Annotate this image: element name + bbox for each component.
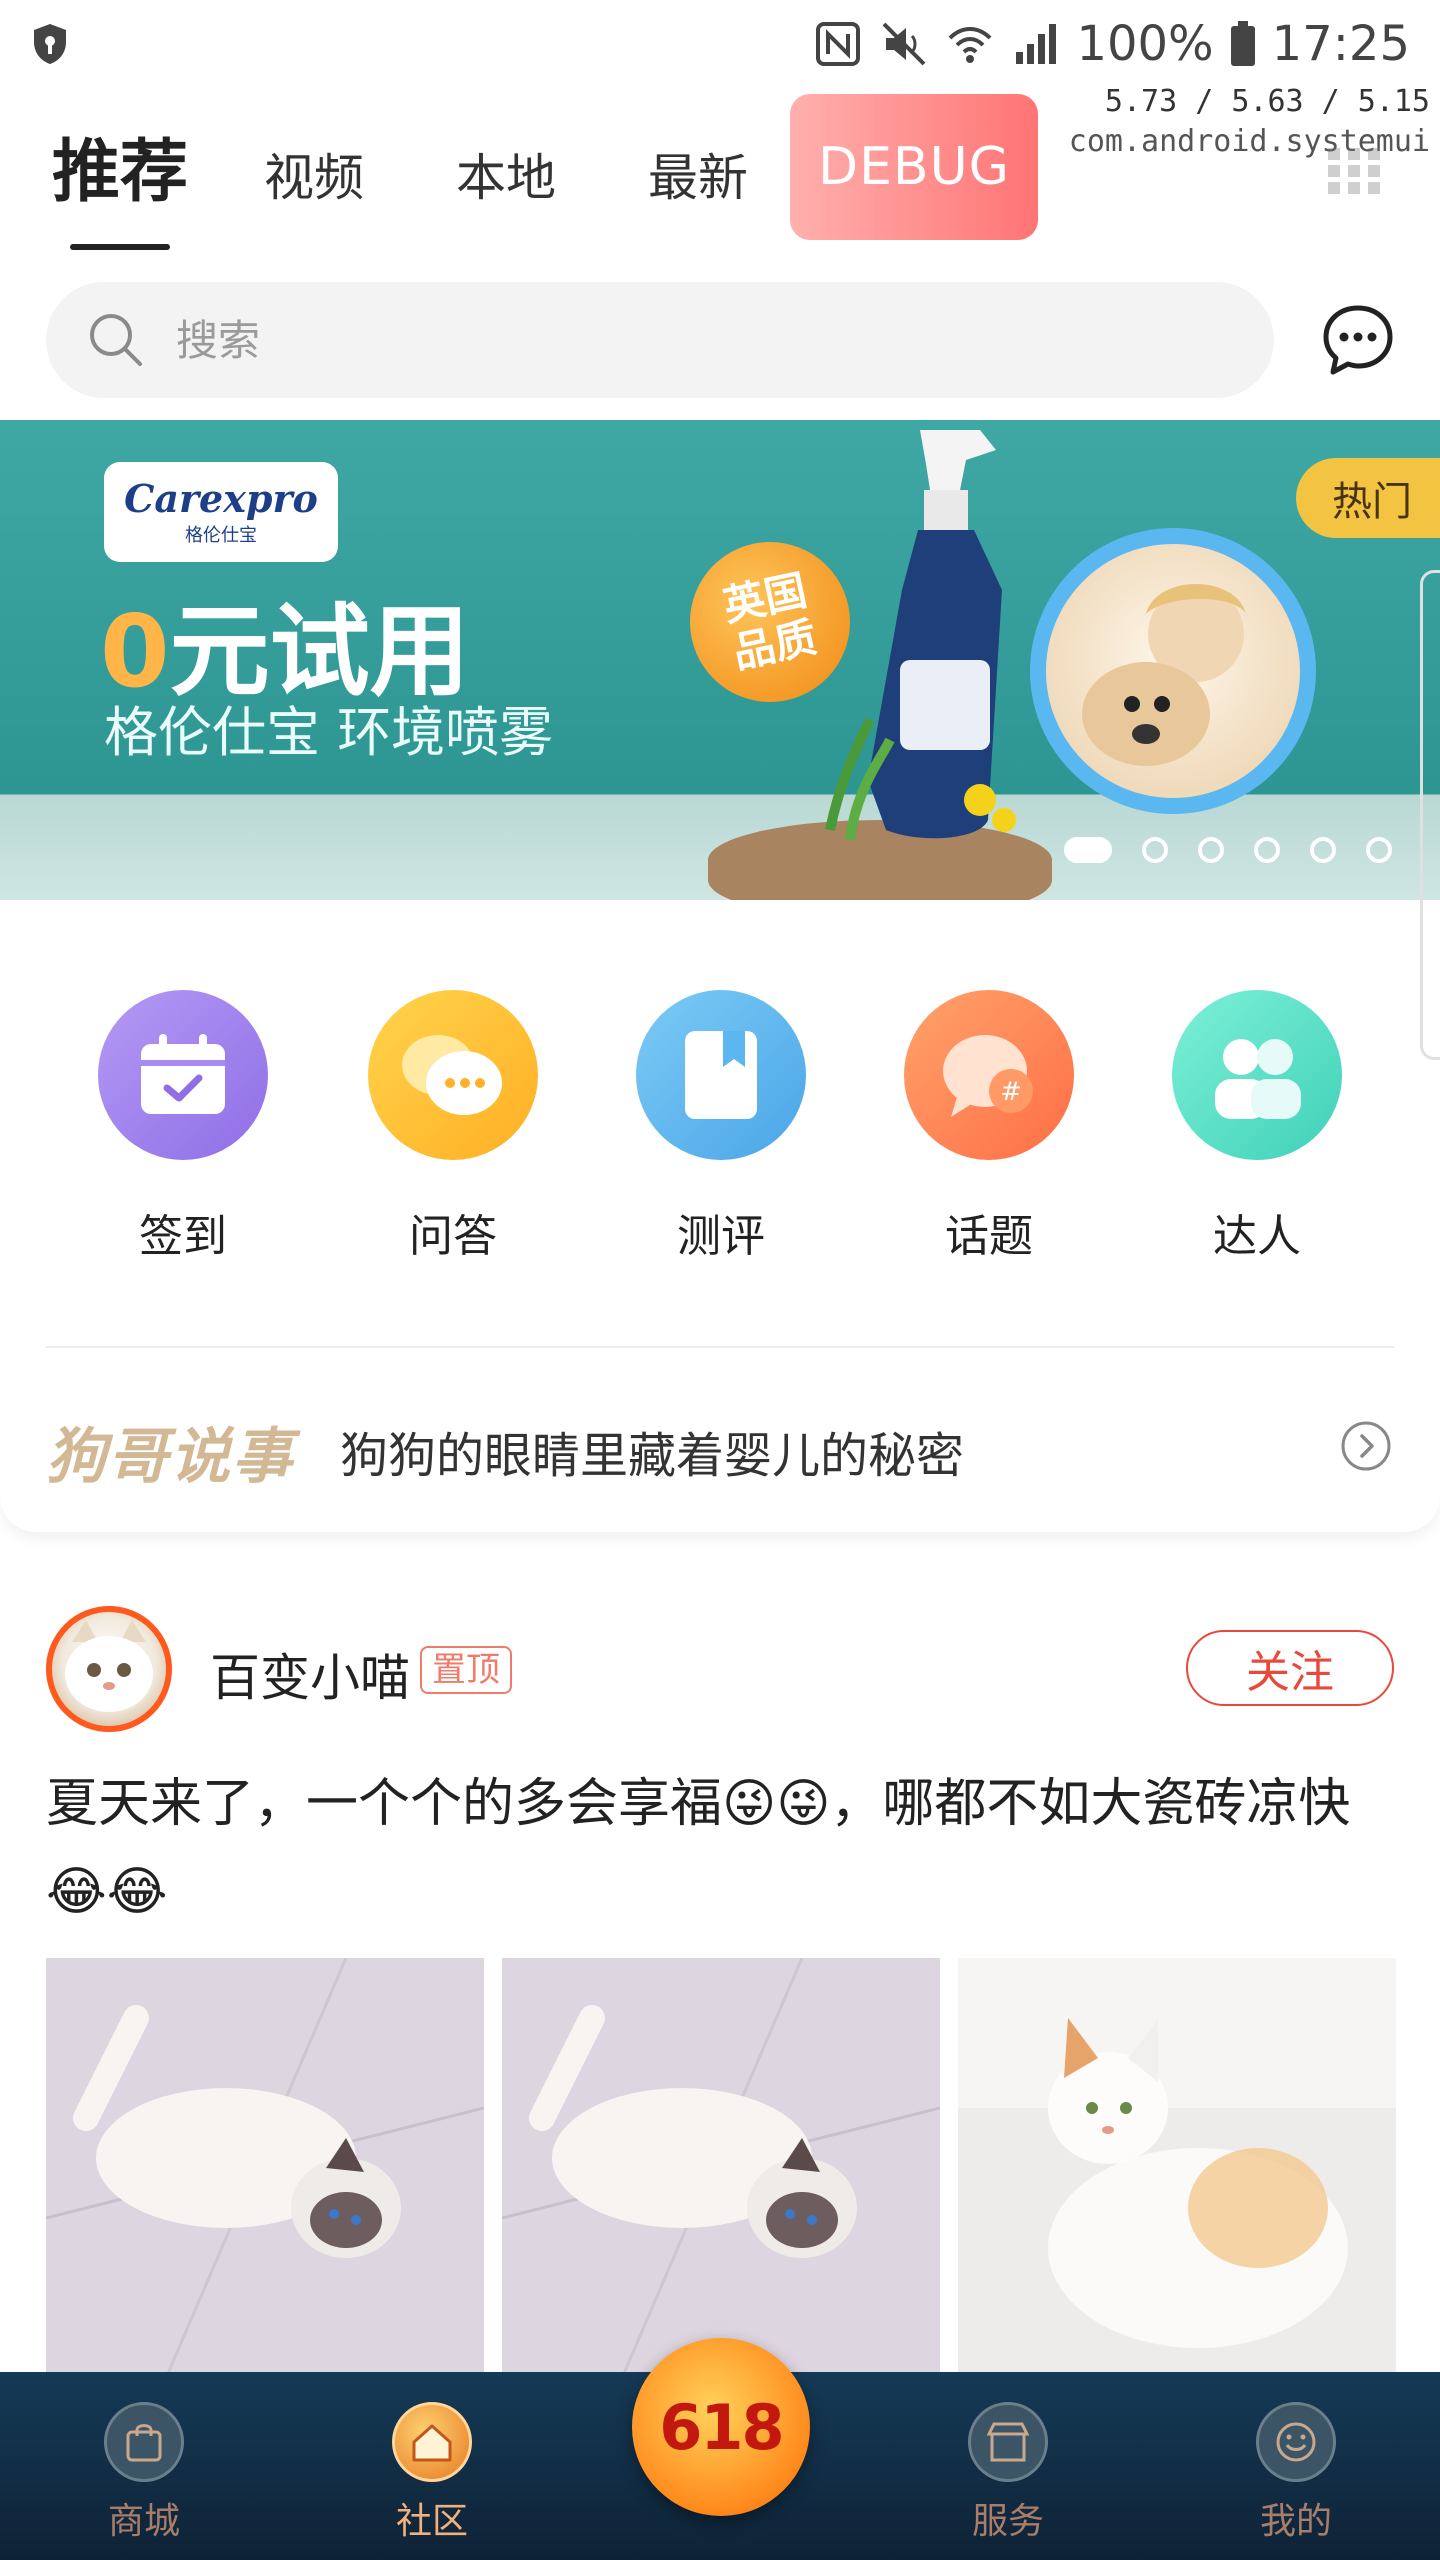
post-content[interactable]: 夏天来了，一个个的多会享福😜😜，哪都不如大瓷砖凉快😂😂 xyxy=(46,1760,1406,1936)
tab-latest[interactable]: 最新 xyxy=(648,138,748,210)
brand-logo-subtext: 格伦仕宝 xyxy=(185,525,257,546)
quick-entry-qa[interactable]: 问答 xyxy=(368,990,538,1264)
search-input[interactable] xyxy=(176,306,1176,374)
hot-tag: 热门 xyxy=(1296,458,1440,538)
pagination-dot[interactable] xyxy=(1254,837,1280,863)
banner-subtitle: 格伦仕宝 环境喷雾 xyxy=(104,701,554,764)
chat-bubble-icon xyxy=(1323,305,1393,375)
quick-entry-row: 签到 问答 测评 # 话题 达人 xyxy=(0,990,1440,1280)
nfc-icon xyxy=(812,18,864,70)
tab-indicator xyxy=(70,244,170,250)
quick-entry-checkin[interactable]: 签到 xyxy=(98,990,268,1264)
nav-mine[interactable]: 我的 xyxy=(1216,2402,1376,2544)
quick-entry-label: 达人 xyxy=(1213,1211,1301,1262)
promo-label: 618 xyxy=(659,2390,784,2464)
shopping-bag-icon xyxy=(104,2402,184,2482)
quick-entry-expert[interactable]: 达人 xyxy=(1172,990,1342,1264)
calendar-check-icon xyxy=(98,990,268,1160)
spray-bottle-image xyxy=(790,420,1030,860)
quick-entry-review[interactable]: 测评 xyxy=(636,990,806,1264)
tab-local[interactable]: 本地 xyxy=(456,138,556,210)
pagination-dot[interactable] xyxy=(1142,837,1168,863)
nav-label: 社区 xyxy=(395,2501,468,2542)
story-headline[interactable]: 狗狗的眼睛里藏着婴儿的秘密 xyxy=(340,1416,964,1486)
signal-icon xyxy=(1010,18,1062,70)
post-image-grid xyxy=(46,1958,1396,2378)
people-icon xyxy=(1172,990,1342,1160)
quick-entry-topic[interactable]: # 话题 xyxy=(904,990,1074,1264)
status-bar: 100% 17:25 xyxy=(0,0,1440,86)
story-headline-bar[interactable]: 狗哥说事 狗狗的眼睛里藏着婴儿的秘密 xyxy=(0,1356,1440,1532)
battery-icon xyxy=(1228,18,1258,70)
chat-bubbles-icon xyxy=(368,990,538,1160)
nav-label: 商城 xyxy=(107,2501,180,2542)
mute-icon xyxy=(878,18,930,70)
home-icon xyxy=(392,2402,472,2482)
shield-icon xyxy=(30,22,70,66)
topic-hash-icon: # xyxy=(904,990,1074,1160)
quick-entry-label: 问答 xyxy=(409,1211,497,1262)
message-button[interactable] xyxy=(1318,300,1398,380)
banner-pagination xyxy=(1064,836,1392,864)
clock: 17:25 xyxy=(1271,16,1410,72)
avatar[interactable] xyxy=(46,1606,172,1732)
search-icon xyxy=(86,310,146,370)
side-scroll-edge xyxy=(1420,570,1440,1060)
face-icon xyxy=(1256,2402,1336,2482)
post-image[interactable] xyxy=(46,1958,484,2378)
pagination-dot[interactable] xyxy=(1366,837,1392,863)
bookmark-book-icon xyxy=(636,990,806,1160)
post-image[interactable] xyxy=(958,1958,1396,2378)
tab-recommend[interactable]: 推荐 xyxy=(52,116,188,215)
brand-logo-text: Carexpro xyxy=(124,476,318,521)
quick-entry-label: 话题 xyxy=(945,1211,1033,1262)
quick-entry-label: 签到 xyxy=(139,1211,227,1262)
nav-label: 服务 xyxy=(971,2501,1044,2542)
pagination-dot[interactable] xyxy=(1310,837,1336,863)
store-icon xyxy=(968,2402,1048,2482)
svg-text:#: # xyxy=(1000,1077,1022,1107)
search-bar[interactable] xyxy=(46,282,1274,398)
section-divider xyxy=(46,1346,1394,1348)
pinned-badge: 置顶 xyxy=(420,1646,512,1694)
promo-618-button[interactable]: 618 xyxy=(632,2338,810,2516)
promo-banner[interactable]: Carexpro 格伦仕宝 0元试用 格伦仕宝 环境喷雾 英国 品质 热门 xyxy=(0,420,1440,900)
battery-percent: 100% xyxy=(1076,16,1214,72)
child-with-puppy-image xyxy=(1030,528,1316,814)
post-image[interactable] xyxy=(502,1958,940,2378)
post-author-name[interactable]: 百变小喵 xyxy=(210,1638,410,1710)
quick-entry-label: 测评 xyxy=(677,1211,765,1262)
nav-mall[interactable]: 商城 xyxy=(64,2402,224,2544)
chevron-right-icon[interactable] xyxy=(1340,1420,1392,1472)
pagination-dot[interactable] xyxy=(1198,837,1224,863)
top-tabs: 推荐 视频 本地 最新 DEBUG xyxy=(0,86,1440,256)
follow-button[interactable]: 关注 xyxy=(1186,1630,1394,1706)
tab-video[interactable]: 视频 xyxy=(264,138,364,210)
nav-service[interactable]: 服务 xyxy=(928,2402,1088,2544)
brand-logo: Carexpro 格伦仕宝 xyxy=(104,462,338,562)
nav-community[interactable]: 社区 xyxy=(352,2402,512,2544)
wifi-icon xyxy=(944,18,996,70)
story-brand: 狗哥说事 xyxy=(46,1422,294,1492)
debug-button[interactable]: DEBUG xyxy=(790,94,1038,240)
nav-label: 我的 xyxy=(1259,2501,1332,2542)
pagination-dot[interactable] xyxy=(1064,837,1112,863)
